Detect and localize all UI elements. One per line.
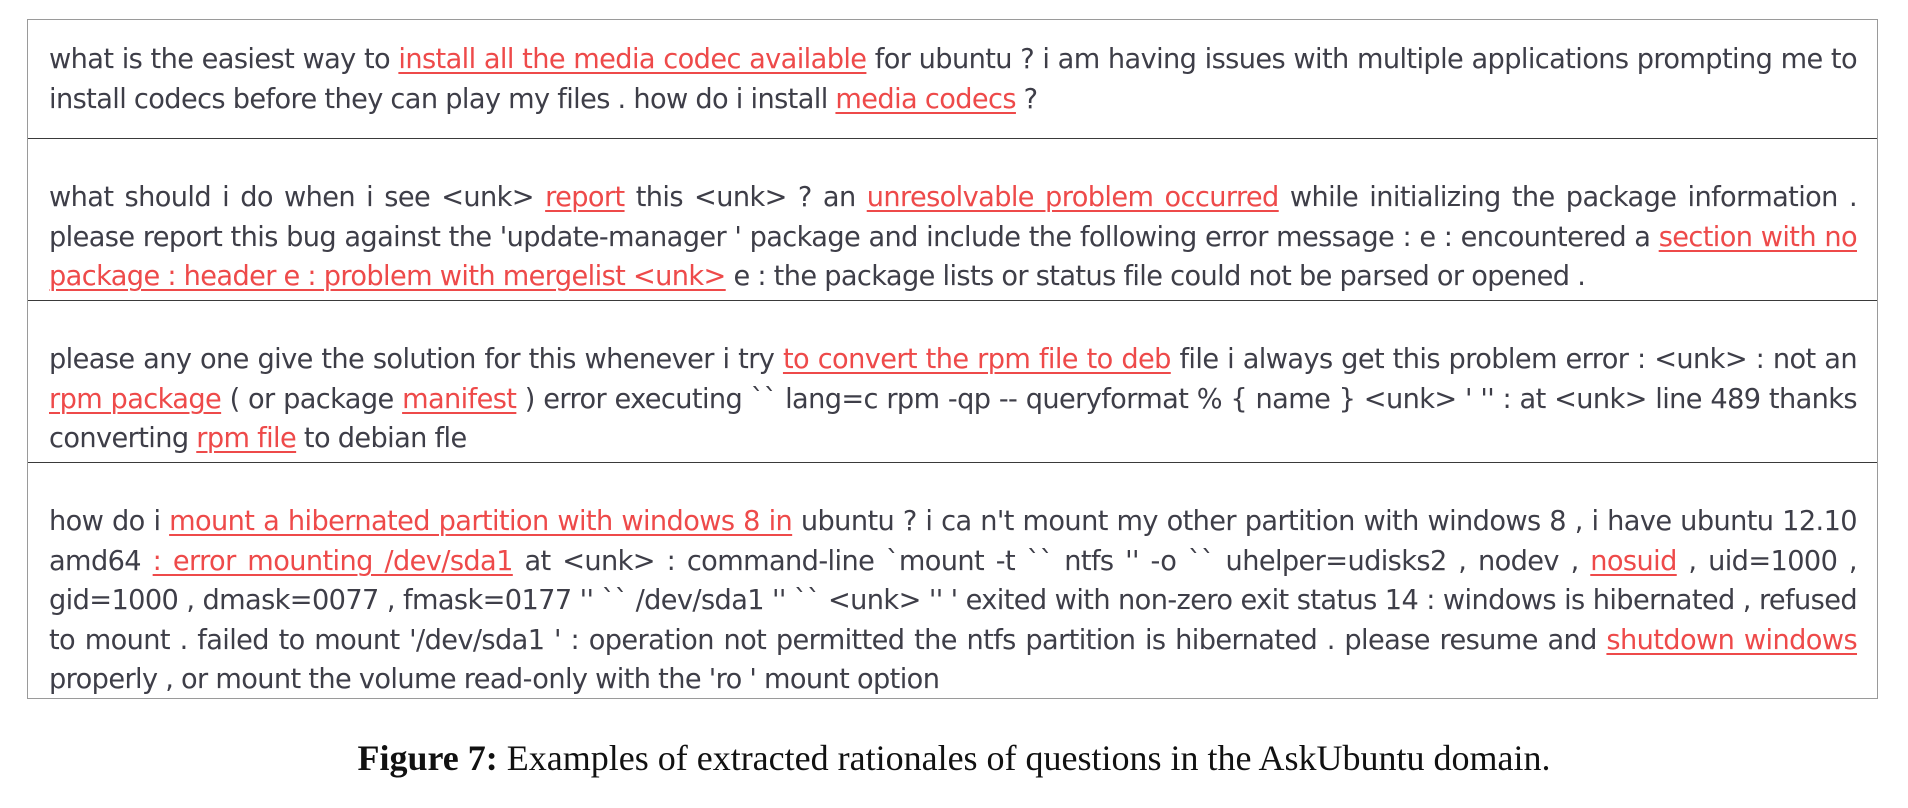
rationale-highlight: nosuid bbox=[1590, 545, 1677, 577]
question-text: properly , or mount the volume read-only… bbox=[49, 664, 940, 695]
example-text-1: what is the easiest way to install all t… bbox=[49, 40, 1858, 119]
example-row-4: how do i mount a hibernated partition wi… bbox=[28, 462, 1877, 699]
example-text-4: how do i mount a hibernated partition wi… bbox=[49, 502, 1858, 700]
question-text: what should i do when i see <unk> bbox=[49, 182, 546, 213]
rationale-highlight: manifest bbox=[402, 383, 517, 415]
question-text: e : the package lists or status file cou… bbox=[725, 261, 1586, 292]
question-text: ( or package bbox=[221, 383, 403, 415]
question-text: to debian fle bbox=[296, 423, 467, 454]
question-text: how do i bbox=[49, 506, 170, 537]
rationale-highlight: unresolvable problem occurred bbox=[866, 182, 1280, 213]
question-text: please any one give the solution for thi… bbox=[49, 344, 783, 375]
question-text: at <unk> : command-line `mount -t `` ntf… bbox=[512, 545, 1591, 577]
example-row-1: what is the easiest way to install all t… bbox=[28, 20, 1877, 138]
rationale-highlight: : error mounting /dev/sda1 bbox=[152, 545, 514, 577]
caption-label: Figure 7: bbox=[357, 738, 498, 778]
rationale-highlight: rpm file bbox=[196, 423, 297, 454]
example-text-2: what should i do when i see <unk> report… bbox=[49, 178, 1858, 297]
question-text: what is the easiest way to bbox=[49, 44, 399, 75]
rationale-highlight: rpm package bbox=[49, 383, 222, 415]
example-row-3: please any one give the solution for thi… bbox=[28, 300, 1877, 462]
example-text-3: please any one give the solution for thi… bbox=[49, 340, 1858, 459]
rationale-highlight: install all the media codec available bbox=[398, 44, 867, 75]
rationale-highlight: to convert the rpm file to deb bbox=[782, 344, 1171, 375]
rationale-examples-figure: what is the easiest way to install all t… bbox=[27, 19, 1878, 699]
example-row-2: what should i do when i see <unk> report… bbox=[28, 138, 1877, 300]
rationale-highlight: report bbox=[545, 182, 625, 213]
question-text: ? bbox=[1015, 83, 1038, 115]
rationale-highlight: media codecs bbox=[835, 83, 1016, 115]
question-text: this <unk> ? an bbox=[624, 182, 867, 213]
rationale-highlight: mount a hibernated partition with window… bbox=[169, 506, 793, 537]
rationale-highlight: shutdown windows bbox=[1606, 624, 1858, 656]
question-text: file i always get this problem error : <… bbox=[1170, 344, 1857, 375]
figure-caption: Figure 7: Examples of extracted rational… bbox=[0, 737, 1908, 779]
caption-text: Examples of extracted rationales of ques… bbox=[497, 738, 1551, 778]
